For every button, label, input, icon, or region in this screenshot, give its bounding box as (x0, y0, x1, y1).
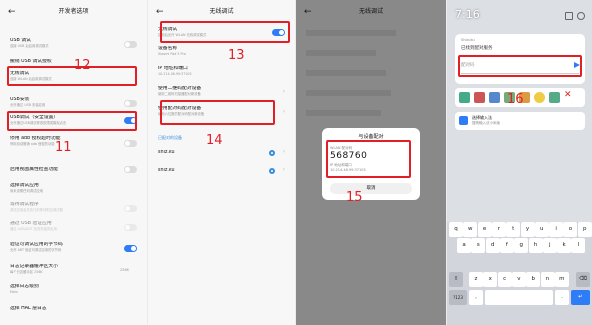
key-t[interactable]: t (506, 222, 521, 237)
highlight-box-pair-code (160, 100, 275, 125)
key-j[interactable]: j (542, 238, 557, 253)
verify-bytecode-toggle[interactable] (124, 245, 137, 252)
key-n[interactable]: n (540, 272, 555, 287)
key-q[interactable]: q (449, 222, 463, 237)
step-marker-16: 16 (507, 92, 524, 107)
app-icon[interactable] (534, 92, 545, 103)
step-marker-11: 11 (55, 140, 72, 155)
ime-sub: 搜狗输入法小米版 (472, 121, 500, 125)
dialog-title: 与设备配对 (358, 134, 384, 140)
highlight-box-usb-security (7, 111, 137, 131)
keyboard-icon (459, 116, 468, 125)
page-title: 开发者选项 (58, 8, 89, 15)
app-icon[interactable] (474, 92, 485, 103)
paired-devices-label: 已配对的设备 (158, 135, 182, 140)
developer-options-screen: 开发者选项 ← USB 调试 连接 USB 后启用调试模式 撤销 USB 调试授… (0, 0, 147, 325)
highlight-box-pairing-code (326, 140, 411, 178)
key-z[interactable]: z (469, 272, 483, 287)
verify-bytecode-item[interactable]: 验证可调试应用的字节码 允许 ART 验证可调试应用的字节码 (10, 242, 138, 253)
highlight-box-wireless-toggle (160, 21, 290, 43)
settings-icon[interactable] (565, 12, 573, 20)
key-a[interactable]: a (457, 238, 471, 253)
key-y[interactable]: y (520, 222, 535, 237)
key-f[interactable]: f (499, 238, 514, 253)
key-p[interactable]: p (577, 222, 592, 237)
disable-adb-timeout-item[interactable]: 停用 adb 授权超时功能 停用自动撤销 adb 授权的功能 (10, 136, 138, 147)
app-icon[interactable] (549, 92, 560, 103)
usb-install-item[interactable]: USB安装 允许通过 USB 安装应用 (10, 97, 138, 108)
usb-install-toggle[interactable] (124, 100, 137, 107)
key-d[interactable]: d (485, 238, 500, 253)
chevron-right-icon: › (282, 166, 285, 173)
select-debug-app-item[interactable]: 选择调试应用 尚未设置任何调试应用 (10, 183, 138, 194)
ip-port-item[interactable]: IP 地址和端口 10.214.46.99:37105 (158, 66, 286, 77)
view-attribute-inspection-item[interactable]: 启用视图属性检查功能 (10, 167, 138, 173)
gear-icon[interactable] (269, 168, 275, 174)
ime-notification[interactable]: 选择输入法 搜狗输入法小米版 (455, 112, 585, 130)
key-x[interactable]: x (483, 272, 498, 287)
symbols-key[interactable]: ?123 (449, 290, 467, 305)
app-icon[interactable] (489, 92, 500, 103)
notification-title: 已找到配对服务 (461, 46, 493, 51)
highlight-box-wireless-debugging (7, 66, 137, 86)
comma-key[interactable]: , (469, 290, 483, 305)
paired-device-item[interactable]: shiz.ku (158, 168, 286, 174)
key-i[interactable]: i (549, 222, 564, 237)
key-g[interactable]: g (514, 238, 529, 253)
verify-apps-usb-toggle[interactable] (124, 224, 137, 231)
period-key[interactable]: . (555, 290, 569, 305)
app-icon[interactable] (459, 92, 470, 103)
logger-buffer-value: 256K (120, 268, 129, 272)
disable-adb-timeout-toggle[interactable] (124, 140, 137, 147)
wireless-debugging-screen: 无线调试 ← 无线调试 启用后允许 WLAN 无线调试模式 13 设备名称 Xi… (148, 0, 295, 325)
key-h[interactable]: h (528, 238, 543, 253)
usb-debugging-toggle[interactable] (124, 41, 137, 48)
clear-icon[interactable] (577, 12, 585, 20)
key-b[interactable]: b (526, 272, 541, 287)
app-name: Shizuku (461, 38, 475, 42)
clock: 7:16 (455, 8, 480, 21)
step-marker-14: 14 (206, 133, 223, 148)
verify-apps-usb-item[interactable]: 通过 USB 验证应用 通过 ADB/ADT 检查安装的应用 (10, 221, 138, 232)
key-w[interactable]: w (463, 222, 478, 237)
pairing-dialog-screen: 无线调试 ← 与设备配对 WLAN 配对码 568760 IP 地址和端口 10… (296, 0, 446, 325)
usb-debugging-item[interactable]: USB 调试 连接 USB 后启用调试模式 (10, 38, 138, 49)
chevron-right-icon: › (282, 88, 285, 95)
key-u[interactable]: u (534, 222, 549, 237)
paired-device-item[interactable]: shiz.ku (158, 150, 286, 156)
cancel-button[interactable]: 取消 (330, 183, 412, 194)
key-k[interactable]: k (557, 238, 572, 253)
key-o[interactable]: o (563, 222, 578, 237)
logger-buffer-size-item[interactable]: 日志记录器缓冲区大小 每个日志缓冲区 256K (10, 264, 138, 275)
device-name-item[interactable]: 设备名称 Xiaomi Pad 5 Pro (158, 46, 286, 57)
backspace-key[interactable]: ⌫ (576, 272, 590, 287)
space-key[interactable] (485, 290, 553, 305)
wait-for-debugger-item[interactable]: 等待调试程序 调试应用会在执行前等待附加调试器 (10, 202, 138, 213)
wait-for-debugger-toggle[interactable] (124, 205, 137, 212)
hal-log-item[interactable]: 选择 HAL 层日志 (10, 306, 138, 312)
chevron-right-icon: › (282, 108, 285, 115)
pair-with-qr-item[interactable]: 使用二维码配对设备 使用二维码扫描器配对新设备 (158, 86, 286, 97)
key-l[interactable]: l (571, 238, 586, 253)
key-v[interactable]: v (511, 272, 526, 287)
key-c[interactable]: c (497, 272, 512, 287)
log-level-item[interactable]: 选择日志级别 Main (10, 284, 138, 295)
step-marker-12: 12 (74, 58, 91, 73)
key-e[interactable]: e (477, 222, 492, 237)
key-m[interactable]: m (554, 272, 569, 287)
chevron-right-icon: › (282, 148, 285, 155)
view-attribute-toggle[interactable] (124, 166, 137, 173)
notification-input-screen: 7:16 Shizuku 已找到配对服务 配对码 ✕ 16 选择输入法 搜狗输入… (447, 0, 592, 325)
highlight-box-input (458, 55, 582, 77)
key-s[interactable]: s (471, 238, 486, 253)
keyboard: ⇧ ⌫ ?123 , . ↵ qwertyuiop asdfghjkl zxcvbn… (447, 222, 592, 325)
key-r[interactable]: r (491, 222, 506, 237)
gear-icon[interactable] (269, 150, 275, 156)
close-icon[interactable]: ✕ (564, 90, 572, 100)
step-marker-15: 15 (346, 190, 363, 205)
enter-key[interactable]: ↵ (571, 290, 590, 305)
back-arrow-icon[interactable]: ← (8, 0, 16, 24)
shift-key[interactable]: ⇧ (449, 272, 463, 287)
